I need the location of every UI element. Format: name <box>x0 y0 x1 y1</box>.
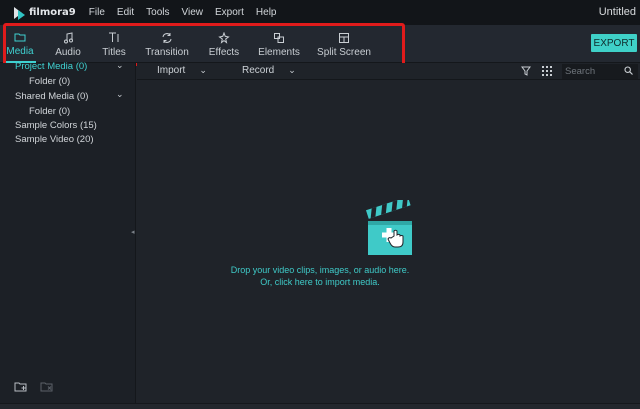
tab-media-label: Media <box>6 45 34 57</box>
menu-edit[interactable]: Edit <box>117 7 134 18</box>
library-item-shared-folder[interactable]: Folder (0) <box>29 106 70 117</box>
chevron-down-icon[interactable]: ⌄ <box>116 89 124 100</box>
tab-elements-label: Elements <box>258 46 300 58</box>
library-item-project-folder[interactable]: Folder (0) <box>29 76 70 87</box>
app-logo: filmora9 <box>14 0 76 25</box>
library-footer <box>0 372 136 402</box>
split-screen-icon <box>338 31 350 45</box>
new-folder-icon[interactable] <box>14 381 28 396</box>
title-bar: filmora9 File Edit Tools View Export Hel… <box>0 0 640 25</box>
clapperboard-import-icon <box>365 196 415 261</box>
search-box <box>562 64 638 79</box>
tab-effects[interactable]: Effects <box>205 25 243 63</box>
library-item-sample-video[interactable]: Sample Video (20) <box>15 134 94 145</box>
transition-icon <box>161 31 173 45</box>
tab-split-screen[interactable]: Split Screen <box>317 25 371 63</box>
tab-titles[interactable]: Titles <box>98 25 130 63</box>
document-title: Untitled <box>598 6 636 18</box>
tab-effects-label: Effects <box>208 46 240 58</box>
chevron-down-icon[interactable]: ⌄ <box>116 60 124 71</box>
main-toolbar: Media Audio Titles Transition Effects El… <box>0 25 640 63</box>
menu-export[interactable]: Export <box>215 7 244 18</box>
tab-split-screen-label: Split Screen <box>317 46 371 58</box>
import-label: Import <box>157 65 186 76</box>
search-icon[interactable] <box>624 65 633 78</box>
filter-icon[interactable] <box>521 66 531 79</box>
delete-folder-icon[interactable] <box>40 381 54 396</box>
elements-icon <box>273 31 285 45</box>
menu-file[interactable]: File <box>89 7 105 18</box>
tab-audio[interactable]: Audio <box>52 25 84 63</box>
app-logo-text: filmora9 <box>29 7 76 18</box>
tab-titles-label: Titles <box>102 46 126 58</box>
search-input[interactable] <box>562 66 622 77</box>
music-note-icon <box>63 31 73 45</box>
export-button[interactable]: EXPORT <box>591 34 637 52</box>
tab-transition[interactable]: Transition <box>144 25 190 63</box>
tab-elements[interactable]: Elements <box>257 25 301 63</box>
sparkle-icon <box>218 31 230 45</box>
grid-view-icon[interactable] <box>542 66 552 79</box>
drop-zone-line2[interactable]: Or, click here to import media. <box>137 277 503 287</box>
drop-zone-line1: Drop your video clips, images, or audio … <box>230 265 410 275</box>
bottom-divider <box>0 403 640 409</box>
library-item-sample-colors[interactable]: Sample Colors (15) <box>15 120 97 131</box>
tab-transition-label: Transition <box>145 46 189 58</box>
menu-tools[interactable]: Tools <box>146 7 169 18</box>
media-toolbar: Import ⌄ Record ⌄ <box>137 63 640 80</box>
menu-bar: File Edit Tools View Export Help <box>89 7 289 18</box>
import-dropdown[interactable]: Import ⌄ <box>157 65 207 76</box>
library-item-shared-media[interactable]: Shared Media (0) <box>15 91 88 102</box>
record-label: Record <box>242 65 275 76</box>
record-dropdown[interactable]: Record ⌄ <box>242 65 296 76</box>
filmora-logo-icon <box>14 6 26 20</box>
folder-icon <box>14 30 26 44</box>
collapse-panel-handle[interactable]: ◂ <box>131 228 135 236</box>
chevron-down-icon: ⌄ <box>288 65 296 75</box>
tab-audio-label: Audio <box>55 46 81 58</box>
menu-view[interactable]: View <box>182 7 204 18</box>
library-item-project-media[interactable]: Project Media (0) <box>15 61 87 72</box>
menu-help[interactable]: Help <box>256 7 277 18</box>
tab-media[interactable]: Media <box>4 25 36 63</box>
text-icon <box>108 31 120 45</box>
chevron-down-icon: ⌄ <box>199 65 207 75</box>
import-drop-zone[interactable]: Drop your video clips, images, or audio … <box>137 196 503 295</box>
